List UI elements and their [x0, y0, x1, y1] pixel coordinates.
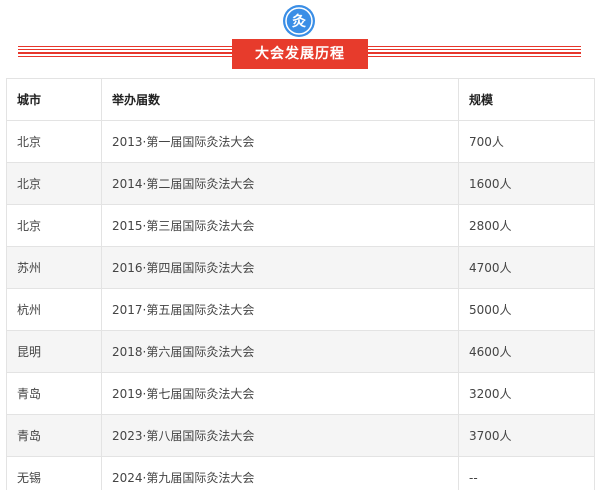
table-row: 杭州 2017·第五届国际灸法大会 5000人 [6, 288, 595, 331]
column-header-scale: 规模 [458, 78, 595, 121]
scale-cell: 4600人 [458, 330, 595, 373]
city-cell: 杭州 [6, 288, 102, 331]
page: 灸 大会发展历程 城市 举办届数 规模 北京 2013·第一届国际灸法大会 70… [0, 0, 600, 490]
edition-cell: 2024·第九届国际灸法大会 [101, 456, 459, 490]
column-header-edition: 举办届数 [101, 78, 459, 121]
decorative-lines-right [368, 45, 581, 59]
city-cell: 北京 [6, 120, 102, 163]
section-header: 灸 大会发展历程 [0, 0, 600, 74]
table-row: 苏州 2016·第四届国际灸法大会 4700人 [6, 246, 595, 289]
edition-cell: 2018·第六届国际灸法大会 [101, 330, 459, 373]
scale-cell: 5000人 [458, 288, 595, 331]
column-header-city: 城市 [6, 78, 102, 121]
edition-cell: 2014·第二届国际灸法大会 [101, 162, 459, 205]
conference-logo-icon: 灸 [283, 5, 315, 37]
city-cell: 无锡 [6, 456, 102, 490]
scale-cell: 700人 [458, 120, 595, 163]
city-cell: 北京 [6, 162, 102, 205]
edition-cell: 2019·第七届国际灸法大会 [101, 372, 459, 415]
city-cell: 苏州 [6, 246, 102, 289]
table-row: 北京 2014·第二届国际灸法大会 1600人 [6, 162, 595, 205]
city-cell: 青岛 [6, 414, 102, 457]
table-row: 北京 2013·第一届国际灸法大会 700人 [6, 120, 595, 163]
table-row: 无锡 2024·第九届国际灸法大会 -- [6, 456, 595, 490]
edition-cell: 2017·第五届国际灸法大会 [101, 288, 459, 331]
city-cell: 青岛 [6, 372, 102, 415]
table-row: 昆明 2018·第六届国际灸法大会 4600人 [6, 330, 595, 373]
city-cell: 北京 [6, 204, 102, 247]
section-title: 大会发展历程 [232, 39, 368, 69]
conference-history-table: 城市 举办届数 规模 北京 2013·第一届国际灸法大会 700人 北京 201… [6, 78, 595, 490]
table-header-row: 城市 举办届数 规模 [6, 78, 595, 121]
scale-cell: 4700人 [458, 246, 595, 289]
scale-cell: 1600人 [458, 162, 595, 205]
table-row: 青岛 2019·第七届国际灸法大会 3200人 [6, 372, 595, 415]
scale-cell: -- [458, 456, 595, 490]
scale-cell: 3700人 [458, 414, 595, 457]
scale-cell: 2800人 [458, 204, 595, 247]
edition-cell: 2016·第四届国际灸法大会 [101, 246, 459, 289]
scale-cell: 3200人 [458, 372, 595, 415]
edition-cell: 2023·第八届国际灸法大会 [101, 414, 459, 457]
edition-cell: 2015·第三届国际灸法大会 [101, 204, 459, 247]
edition-cell: 2013·第一届国际灸法大会 [101, 120, 459, 163]
logo-glyph: 灸 [292, 13, 306, 30]
table-row: 北京 2015·第三届国际灸法大会 2800人 [6, 204, 595, 247]
decorative-lines-left [18, 45, 233, 59]
table-row: 青岛 2023·第八届国际灸法大会 3700人 [6, 414, 595, 457]
city-cell: 昆明 [6, 330, 102, 373]
